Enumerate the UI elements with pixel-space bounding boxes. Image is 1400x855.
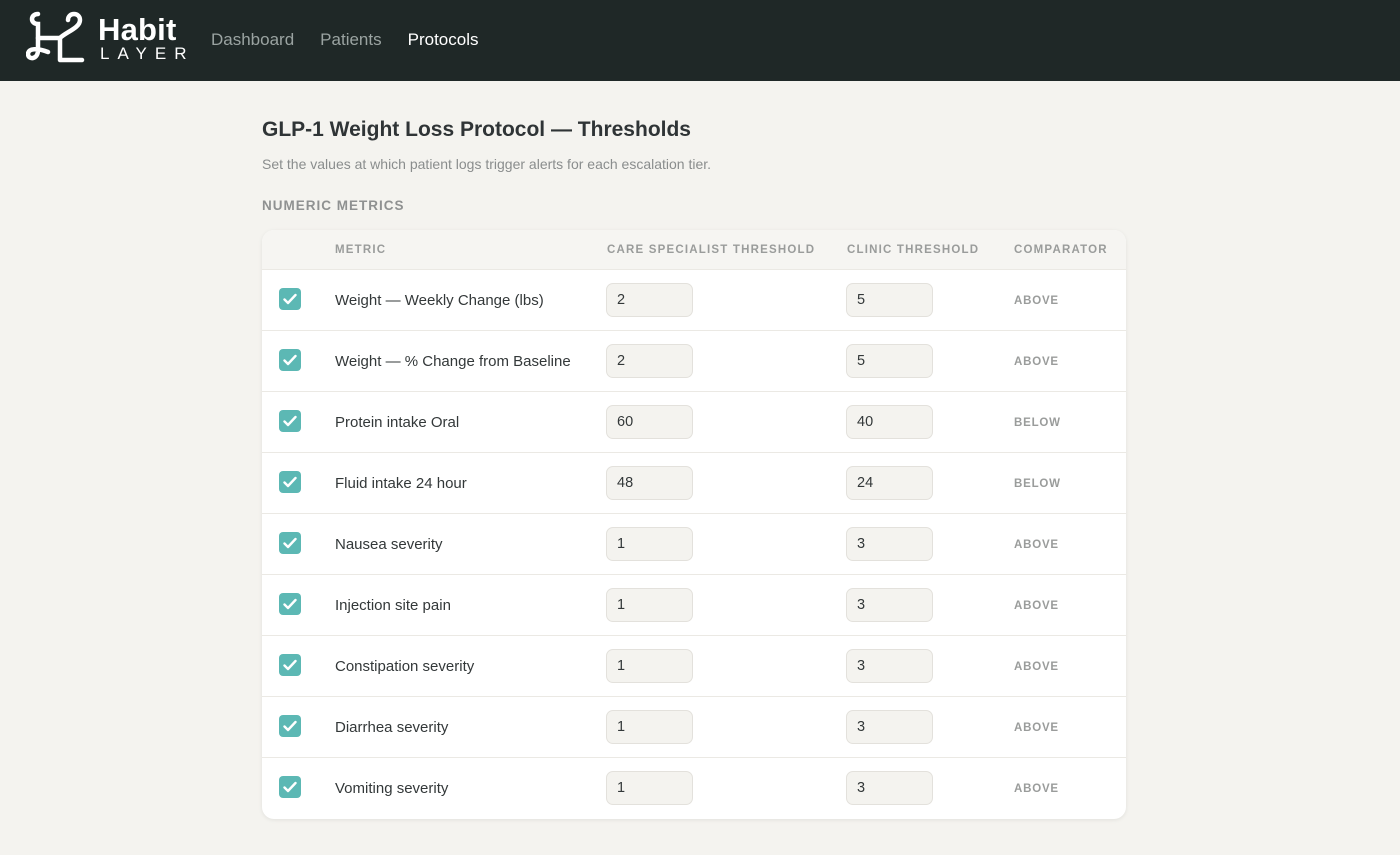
metric-name: Weight — Weekly Change (lbs): [335, 292, 544, 309]
row-checkbox[interactable]: [279, 532, 301, 554]
metric-name: Weight — % Change from Baseline: [335, 353, 571, 370]
nav-protocols[interactable]: Protocols: [408, 30, 479, 50]
care-specialist-threshold-input[interactable]: [606, 771, 693, 805]
row-checkbox[interactable]: [279, 410, 301, 432]
clinic-threshold-input[interactable]: [846, 527, 933, 561]
care-specialist-threshold-input[interactable]: [606, 344, 693, 378]
row-checkbox[interactable]: [279, 593, 301, 615]
table-row: Nausea severity ABOVE: [262, 514, 1126, 575]
comparator-label: ABOVE: [1014, 539, 1059, 551]
comparator-label: ABOVE: [1014, 722, 1059, 734]
row-checkbox[interactable]: [279, 349, 301, 371]
check-icon: [283, 598, 297, 610]
care-specialist-threshold-input[interactable]: [606, 527, 693, 561]
clinic-threshold-input[interactable]: [846, 771, 933, 805]
metric-name: Vomiting severity: [335, 780, 449, 797]
page-content: GLP-1 Weight Loss Protocol — Thresholds …: [262, 118, 1126, 213]
row-checkbox[interactable]: [279, 715, 301, 737]
care-specialist-threshold-input[interactable]: [606, 710, 693, 744]
table-body: Weight — Weekly Change (lbs)ABOVEWeight …: [262, 270, 1126, 819]
table-row: Weight — Weekly Change (lbs) ABOVE: [262, 270, 1126, 331]
care-specialist-threshold-input[interactable]: [606, 588, 693, 622]
page-subtitle: Set the values at which patient logs tri…: [262, 156, 712, 172]
comparator-label: ABOVE: [1014, 783, 1059, 795]
clinic-threshold-input[interactable]: [846, 283, 933, 317]
column-header-comparator: COMPARATOR: [1014, 244, 1108, 256]
row-checkbox[interactable]: [279, 776, 301, 798]
thresholds-table: METRIC CARE SPECIALIST THRESHOLD CLINIC …: [262, 230, 1126, 819]
check-icon: [283, 781, 297, 793]
comparator-label: ABOVE: [1014, 661, 1059, 673]
table-row: Injection site pain ABOVE: [262, 575, 1126, 636]
row-checkbox[interactable]: [279, 471, 301, 493]
nav-dashboard[interactable]: Dashboard: [211, 30, 294, 50]
table-row: Vomiting severity ABOVE: [262, 758, 1126, 819]
habit-layer-logo-icon: [26, 11, 85, 63]
metric-name: Fluid intake 24 hour: [335, 475, 467, 492]
clinic-threshold-input[interactable]: [846, 710, 933, 744]
comparator-label: BELOW: [1014, 417, 1061, 429]
clinic-threshold-input[interactable]: [846, 588, 933, 622]
comparator-label: BELOW: [1014, 478, 1061, 490]
table-row: Weight — % Change from Baseline ABOVE: [262, 331, 1126, 392]
column-header-metric: METRIC: [335, 244, 387, 256]
care-specialist-threshold-input[interactable]: [606, 649, 693, 683]
care-specialist-threshold-input[interactable]: [606, 466, 693, 500]
table-row: Constipation severity ABOVE: [262, 636, 1126, 697]
main-nav: Dashboard Patients Protocols: [211, 30, 478, 50]
table-row: Diarrhea severity ABOVE: [262, 697, 1126, 758]
clinic-threshold-input[interactable]: [846, 466, 933, 500]
check-icon: [283, 476, 297, 488]
row-checkbox[interactable]: [279, 654, 301, 676]
section-label: NUMERIC METRICS: [262, 198, 405, 213]
comparator-label: ABOVE: [1014, 356, 1059, 368]
check-icon: [283, 415, 297, 427]
brand-sub: LAYER: [100, 44, 195, 63]
row-checkbox[interactable]: [279, 288, 301, 310]
column-header-care-specialist: CARE SPECIALIST THRESHOLD: [607, 244, 816, 256]
page-title: GLP-1 Weight Loss Protocol — Thresholds: [262, 118, 691, 141]
clinic-threshold-input[interactable]: [846, 405, 933, 439]
comparator-label: ABOVE: [1014, 295, 1059, 307]
table-row: Fluid intake 24 hour BELOW: [262, 453, 1126, 514]
top-navigation-bar: Habit LAYER Dashboard Patients Protocols: [0, 0, 1400, 81]
clinic-threshold-input[interactable]: [846, 649, 933, 683]
metric-name: Nausea severity: [335, 536, 443, 553]
care-specialist-threshold-input[interactable]: [606, 405, 693, 439]
check-icon: [283, 720, 297, 732]
table-row: Protein intake Oral BELOW: [262, 392, 1126, 453]
check-icon: [283, 354, 297, 366]
metric-name: Injection site pain: [335, 597, 451, 614]
care-specialist-threshold-input[interactable]: [606, 283, 693, 317]
check-icon: [283, 659, 297, 671]
metric-name: Diarrhea severity: [335, 719, 449, 736]
check-icon: [283, 537, 297, 549]
brand-logo[interactable]: Habit LAYER: [26, 10, 188, 65]
clinic-threshold-input[interactable]: [846, 344, 933, 378]
check-icon: [283, 293, 297, 305]
comparator-label: ABOVE: [1014, 600, 1059, 612]
nav-patients[interactable]: Patients: [320, 30, 381, 50]
table-header: METRIC CARE SPECIALIST THRESHOLD CLINIC …: [262, 230, 1126, 270]
metric-name: Constipation severity: [335, 658, 475, 675]
metric-name: Protein intake Oral: [335, 414, 460, 431]
column-header-clinic: CLINIC THRESHOLD: [847, 244, 980, 256]
brand-name: Habit: [98, 12, 177, 47]
